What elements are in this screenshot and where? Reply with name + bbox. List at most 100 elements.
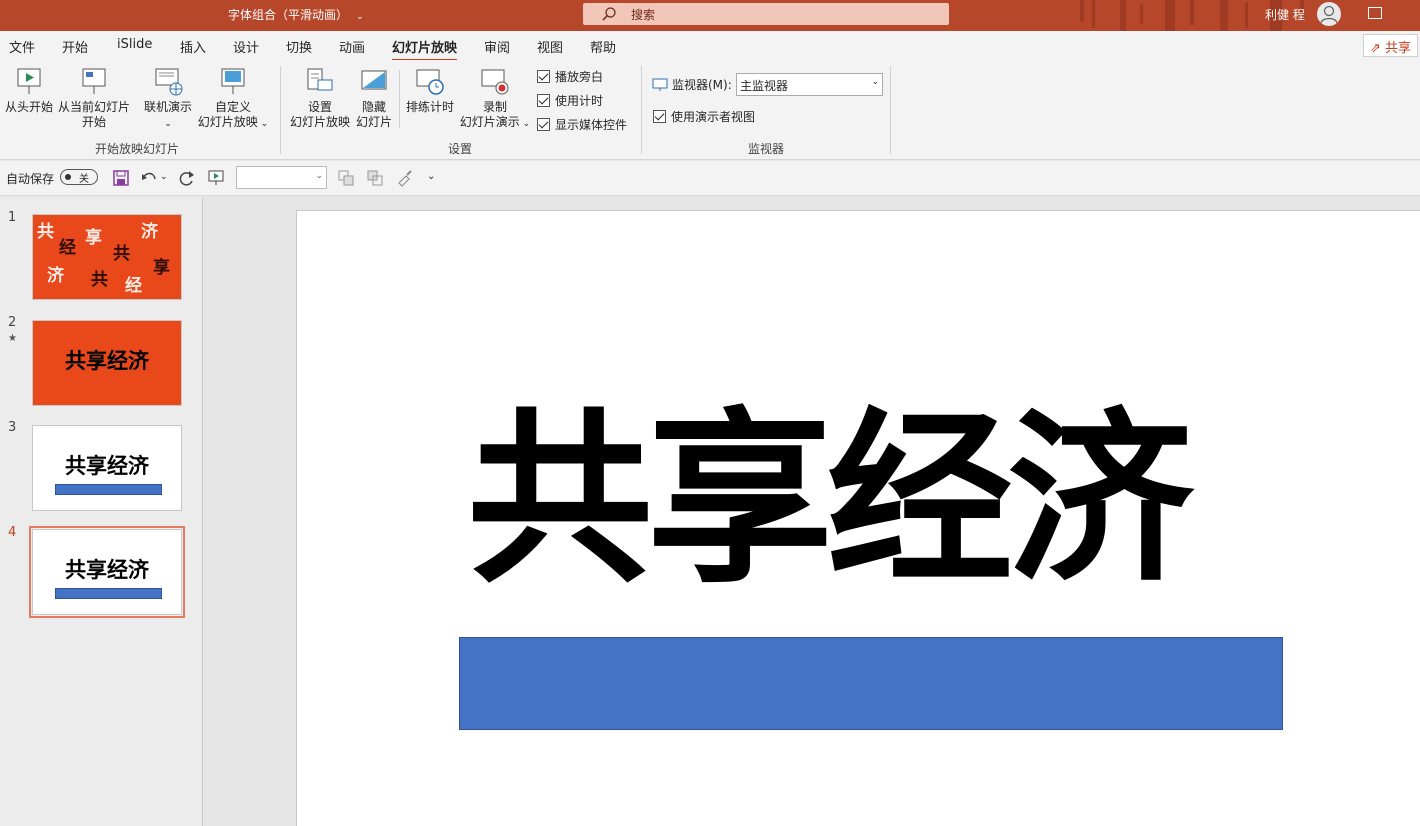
redo-icon[interactable]: [178, 169, 196, 187]
slide-title[interactable]: 共享经济: [467, 389, 1267, 609]
thumbnail-blue-bar: [55, 484, 162, 495]
avatar[interactable]: [1317, 2, 1341, 26]
autosave-toggle[interactable]: 关: [60, 169, 98, 185]
from-current-button[interactable]: 从当前幻灯片 开始: [56, 66, 132, 130]
scatter-glyph: 共: [91, 270, 108, 290]
tab-help[interactable]: 帮助: [590, 37, 616, 56]
record-label-1: 录制: [482, 100, 507, 114]
checkbox-checked-icon: [537, 118, 550, 131]
show-media-controls-label: 显示媒体控件: [555, 118, 628, 132]
save-icon[interactable]: [112, 169, 130, 187]
show-media-controls-checkbox[interactable]: 显示媒体控件: [537, 116, 627, 133]
monitor-select-value: 主监视器: [740, 79, 789, 93]
toggle-knob: [65, 174, 71, 180]
hide-slide-button[interactable]: 隐藏 幻灯片: [354, 66, 394, 130]
play-slideshow-icon: [17, 68, 41, 94]
checkbox-checked-icon: [537, 94, 550, 107]
tab-design[interactable]: 设计: [233, 37, 259, 56]
tab-view[interactable]: 视图: [537, 37, 563, 56]
tab-home[interactable]: 开始: [62, 37, 88, 56]
from-beginning-label: 从头开始: [4, 100, 53, 114]
scatter-glyph: 经: [59, 238, 76, 258]
slide-thumbnail-1[interactable]: 共 经 享 共 济 享 济 共 经: [32, 214, 182, 300]
quick-access-toolbar: 自动保存 关 ⌄ ⌄ ⌄: [0, 161, 1420, 196]
rehearse-timings-label: 排练计时: [405, 100, 454, 114]
thumbnail-title: 共享经济: [65, 348, 149, 373]
customize-toolbar-icon[interactable]: ⌄: [427, 171, 445, 189]
slide-thumbnail-3[interactable]: 共享经济: [32, 425, 182, 511]
online-present-button[interactable]: 联机演示 ⌄: [140, 66, 196, 132]
checkbox-checked-icon: [653, 110, 666, 123]
record-icon: [481, 69, 509, 95]
undo-dropdown-icon[interactable]: ⌄: [160, 172, 178, 190]
tab-file[interactable]: 文件: [9, 37, 35, 56]
slide-number: 3: [8, 420, 17, 435]
tab-islide[interactable]: iSlide: [117, 37, 152, 52]
slide-number: 1: [8, 210, 17, 225]
checkbox-checked-icon: [537, 70, 550, 83]
slide-thumbnail-4[interactable]: 共享经济: [29, 526, 185, 618]
online-present-label: 联机演示: [143, 100, 192, 114]
from-beginning-button[interactable]: 从头开始: [4, 66, 54, 115]
undo-icon[interactable]: [140, 169, 158, 187]
slide-thumbnail-2[interactable]: 共享经济: [32, 320, 182, 406]
tab-animations[interactable]: 动画: [339, 37, 365, 56]
tab-transitions[interactable]: 切换: [286, 37, 312, 56]
slide-thumbnail-pane: 1 共 经 享 共 济 享 济 共 经 2 ★ 共享经济 3 共享经济 4 共享…: [0, 197, 203, 826]
tab-slideshow[interactable]: 幻灯片放映: [392, 37, 458, 62]
present-icon[interactable]: [207, 169, 225, 187]
use-timings-label: 使用计时: [555, 94, 604, 108]
scatter-glyph: 济: [47, 266, 64, 286]
play-narration-checkbox[interactable]: 播放旁白: [537, 68, 603, 85]
custom-slideshow-label-2: 幻灯片放映: [197, 115, 258, 129]
group-divider: [890, 66, 891, 154]
monitor-icon: [652, 78, 668, 91]
user-name[interactable]: 利健 程: [1265, 6, 1305, 23]
thumbnail-blue-bar: [55, 588, 162, 599]
bring-forward-icon[interactable]: [337, 169, 355, 187]
ribbon-display-options-icon[interactable]: [1368, 7, 1382, 19]
use-timings-checkbox[interactable]: 使用计时: [537, 92, 603, 109]
scatter-glyph: 享: [85, 228, 102, 248]
monitor-select[interactable]: 主监视器 ⌄: [736, 73, 883, 96]
scatter-glyph: 共: [113, 244, 130, 264]
slide-play-icon: [82, 68, 106, 94]
tab-insert[interactable]: 插入: [180, 37, 206, 56]
chevron-down-icon: ⌄: [164, 119, 172, 129]
user-icon: [1320, 5, 1338, 24]
format-painter-icon[interactable]: [396, 169, 414, 187]
presenter-view-checkbox[interactable]: 使用演示者视图: [653, 108, 755, 125]
setup-slideshow-label-2: 幻灯片放映: [289, 115, 350, 129]
ribbon: 从头开始 从当前幻灯片 开始 联机演示 ⌄ 自定义 幻灯片放映 ⌄ 开始放映幻灯…: [0, 60, 1420, 160]
monitor-label-text: 监视器(M):: [672, 78, 732, 92]
rehearse-timer-icon: [416, 69, 444, 95]
record-label-2: 幻灯片演示: [459, 115, 520, 129]
menu-bar: 文件 开始 iSlide 插入 设计 切换 动画 幻灯片放映 审阅 视图 帮助 …: [0, 31, 1420, 62]
group-label-setup: 设置: [448, 142, 473, 156]
font-size-select[interactable]: ⌄: [236, 166, 327, 189]
from-current-label-2: 开始: [81, 115, 106, 129]
share-button[interactable]: ⇗ 共享: [1363, 34, 1418, 57]
custom-slideshow-icon: [221, 68, 245, 94]
record-slideshow-button[interactable]: 录制 幻灯片演示 ⌄: [457, 66, 533, 132]
current-slide[interactable]: 共享经济: [296, 210, 1420, 826]
chevron-down-icon: ⌄: [356, 12, 364, 22]
share-label: 共享: [1385, 41, 1412, 56]
autosave-state: 关: [79, 174, 89, 185]
animation-star-icon: ★: [8, 333, 17, 344]
send-backward-icon[interactable]: [366, 169, 384, 187]
custom-slideshow-button[interactable]: 自定义 幻灯片放映 ⌄: [196, 66, 270, 132]
hide-slide-icon: [361, 70, 387, 90]
hide-slide-label-1: 隐藏: [361, 100, 386, 114]
rehearse-timings-button[interactable]: 排练计时: [403, 66, 457, 115]
blue-rectangle-shape[interactable]: [459, 637, 1283, 730]
chevron-down-icon: ⌄: [871, 77, 879, 87]
search-box[interactable]: 搜索: [583, 3, 949, 25]
scatter-glyph: 享: [153, 258, 170, 278]
group-divider: [399, 70, 400, 128]
autosave-label: 自动保存: [6, 172, 55, 186]
slide-number: 2: [8, 315, 17, 330]
tab-review[interactable]: 审阅: [484, 37, 510, 56]
setup-slideshow-button[interactable]: 设置 幻灯片放映: [288, 66, 352, 130]
document-title[interactable]: 字体组合（平滑动画） ⌄: [228, 6, 364, 23]
